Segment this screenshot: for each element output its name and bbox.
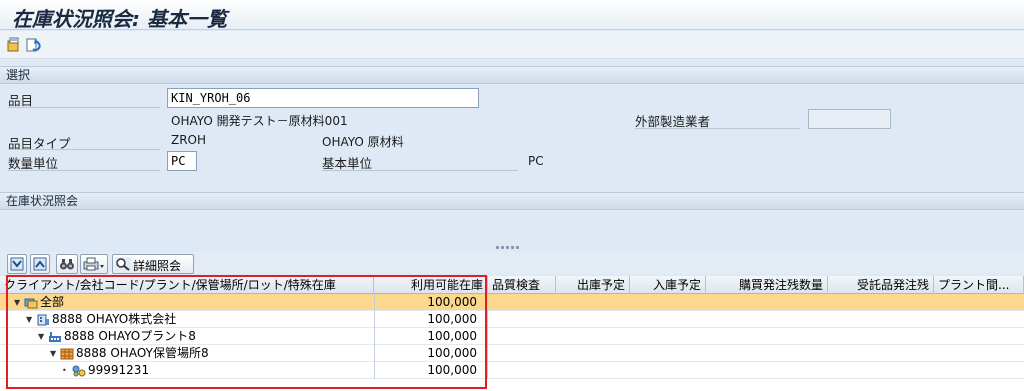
tree-node-storage-location[interactable]: ▼ 8888 OHAOY保管場所8 [50,345,374,362]
tree-node-company[interactable]: ▼ 8888 OHAYO株式会社 [26,311,374,328]
expand-icon [10,257,24,271]
tree-node-all[interactable]: ▼ 全部 [14,294,374,311]
col-po-open-qty[interactable]: 購買発注残数量 [706,276,828,294]
material-type-description: OHAYO 原材料 [322,135,404,149]
tree-label-storage-location: 8888 OHAOY保管場所8 [76,346,209,360]
material-type-code: ZROH [171,133,207,147]
unit-input[interactable]: PC [167,151,197,171]
window-title: 在庫状況照会: 基本一覧 [12,7,227,31]
external-manufacturer-field[interactable] [808,109,891,129]
binoculars-icon [60,259,74,270]
tree-label-plant: 8888 OHAYOプラント8 [64,329,196,343]
collapse-arrow-icon[interactable]: ▼ [26,311,36,328]
display-options-icon[interactable] [6,37,22,53]
available-stock-plant: 100,000 [374,328,488,345]
col-hierarchy[interactable]: クライアント/会社コード/プラント/保管場所/ロット/特殊在庫 [0,276,374,294]
tree-label-all: 全部 [40,295,65,309]
stock-section-header: 在庫状況照会 [0,192,1024,210]
available-stock-batch: 100,000 [374,362,488,379]
selection-panel: 品目 KIN_YROH_06 OHAYO 開発テスト－原材料001 外部製造業者… [0,85,1024,185]
detail-view-button[interactable]: 詳細照会 [112,254,194,274]
unit-label-underline [8,170,160,171]
tree-row-batch[interactable]: • 99991231 100,000 [0,362,1024,379]
grid-header: クライアント/会社コード/プラント/保管場所/ロット/特殊在庫 利用可能在庫 品… [0,276,1024,294]
col-interplant[interactable]: プラント間... [934,276,1024,294]
collapse-icon [33,257,47,271]
tree-label-batch: 99991231 [88,363,150,377]
refresh-icon[interactable] [26,37,42,53]
available-stock-all: 100,000 [374,294,488,311]
col-consignment-open[interactable]: 受託品発注残 [828,276,934,294]
stack-icon [24,298,38,308]
collapse-arrow-icon[interactable]: ▼ [50,345,60,362]
base-unit-value: PC [528,154,544,168]
batch-icon [72,365,86,376]
company-icon [37,314,49,325]
col-issue-planned[interactable]: 出庫予定 [556,276,630,294]
tree-row-plant[interactable]: ▼ 8888 OHAYOプラント8 100,000 [0,328,1024,345]
col-receipt-planned[interactable]: 入庫予定 [630,276,706,294]
printer-icon [83,257,104,271]
available-stock-storage-location: 100,000 [374,345,488,362]
title-bar: 在庫状況照会: 基本一覧 [0,0,1024,31]
plant-icon [49,331,61,342]
stock-tree-grid: クライアント/会社コード/プラント/保管場所/ロット/特殊在庫 利用可能在庫 品… [0,276,1024,391]
find-button[interactable] [56,254,78,274]
leaf-bullet-icon: • [62,366,67,375]
splitter-handle[interactable] [496,246,524,250]
detail-view-label: 詳細照会 [133,259,182,273]
external-manufacturer-underline [635,128,800,129]
magnifier-icon [115,257,131,271]
col-quality-inspection[interactable]: 品質検査 [488,276,556,294]
collapse-arrow-icon[interactable]: ▼ [14,294,24,311]
expand-all-button[interactable] [7,254,27,274]
tree-row-company[interactable]: ▼ 8888 OHAYO株式会社 100,000 [0,311,1024,328]
material-type-underline [8,149,160,150]
selection-section-header: 選択 [0,66,1024,84]
tree-row-all[interactable]: ▼ 全部 100,000 [0,294,1024,311]
print-button[interactable] [80,254,108,274]
available-stock-company: 100,000 [374,311,488,328]
material-description: OHAYO 開発テスト－原材料001 [171,114,348,128]
tree-node-batch[interactable]: • 99991231 [62,362,374,379]
app-toolbar [0,31,1024,59]
tree-toolbar: 詳細照会 [0,252,1024,274]
col-available-stock[interactable]: 利用可能在庫 [374,276,488,294]
tree-node-plant[interactable]: ▼ 8888 OHAYOプラント8 [38,328,374,345]
collapse-all-button[interactable] [30,254,50,274]
storage-location-icon [60,348,74,359]
base-unit-underline [322,170,518,171]
material-label-underline [8,107,160,108]
collapse-arrow-icon[interactable]: ▼ [38,328,48,345]
tree-row-storage-location[interactable]: ▼ 8888 OHAOY保管場所8 100,000 [0,345,1024,362]
tree-label-company: 8888 OHAYO株式会社 [52,312,177,326]
material-input[interactable]: KIN_YROH_06 [167,88,479,108]
